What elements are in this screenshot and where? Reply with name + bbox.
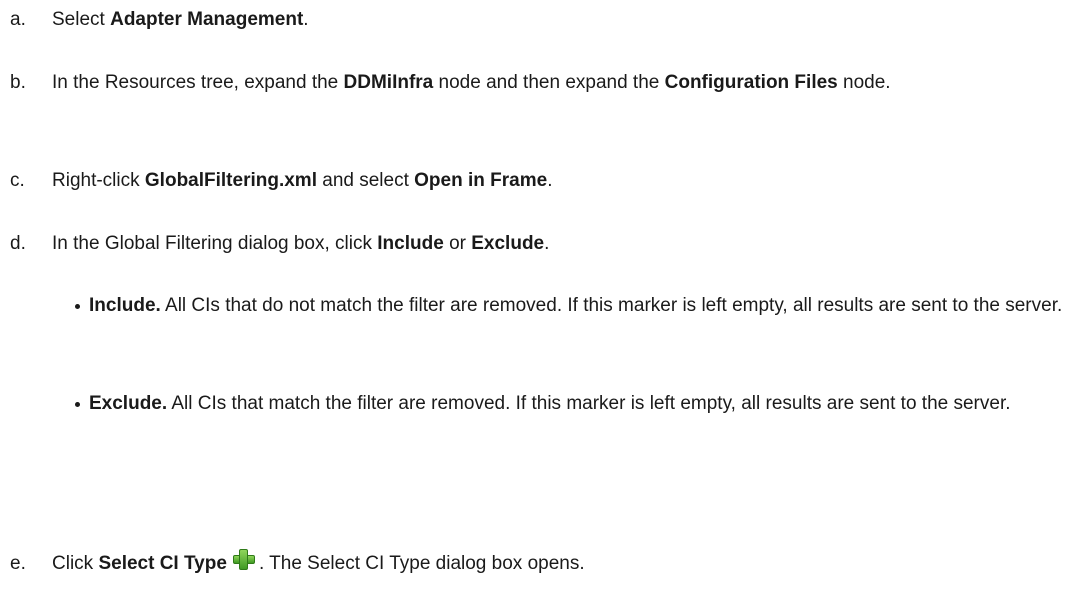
ui-term-configuration-files: Configuration Files <box>664 72 838 93</box>
bullet-dot <box>50 288 89 323</box>
bullet-dot <box>50 386 89 421</box>
ui-term-open-in-frame: Open in Frame <box>414 170 548 191</box>
bullet-include: Include. All CIs that do not match the f… <box>50 288 1078 323</box>
step-a: a. Select Adapter Management. <box>10 2 1076 37</box>
ui-term-adapter-management: Adapter Management <box>110 9 304 30</box>
step-d: d. In the Global Filtering dialog box, c… <box>10 226 1076 261</box>
step-text: In the Resources tree, expand the DDMiIn… <box>52 72 891 93</box>
step-c: c. Right-click GlobalFiltering.xml and s… <box>10 163 1076 198</box>
bullet-term: Exclude. <box>89 393 168 414</box>
ui-term-globalfiltering-xml: GlobalFiltering.xml <box>144 170 317 191</box>
step-text: In the Global Filtering dialog box, clic… <box>52 233 550 254</box>
step-e: e. Click Select CI Type. The Select CI T… <box>10 546 1076 581</box>
step-marker: e. <box>10 553 26 574</box>
bullet-text: Exclude. All CIs that match the filter a… <box>89 393 1011 414</box>
ui-term-ddmiinfra: DDMiInfra <box>343 72 434 93</box>
step-text: Right-click GlobalFiltering.xml and sele… <box>52 170 553 191</box>
ui-term-select-ci-type: Select CI Type <box>98 553 227 574</box>
ui-term-exclude: Exclude <box>471 233 545 254</box>
bullet-exclude: Exclude. All CIs that match the filter a… <box>50 386 1078 421</box>
ui-term-include: Include <box>377 233 444 254</box>
green-plus-icon <box>231 546 257 572</box>
bullet-term: Include. <box>89 295 161 316</box>
step-text: Click Select CI Type. The Select CI Type… <box>52 546 1076 581</box>
step-marker: c. <box>10 170 25 191</box>
step-marker: a. <box>10 9 26 30</box>
step-marker: d. <box>10 233 26 254</box>
bullet-text: Include. All CIs that do not match the f… <box>89 295 1063 316</box>
step-text: Select Adapter Management. <box>52 9 309 30</box>
step-b: b. In the Resources tree, expand the DDM… <box>10 65 1076 100</box>
step-marker: b. <box>10 72 26 93</box>
